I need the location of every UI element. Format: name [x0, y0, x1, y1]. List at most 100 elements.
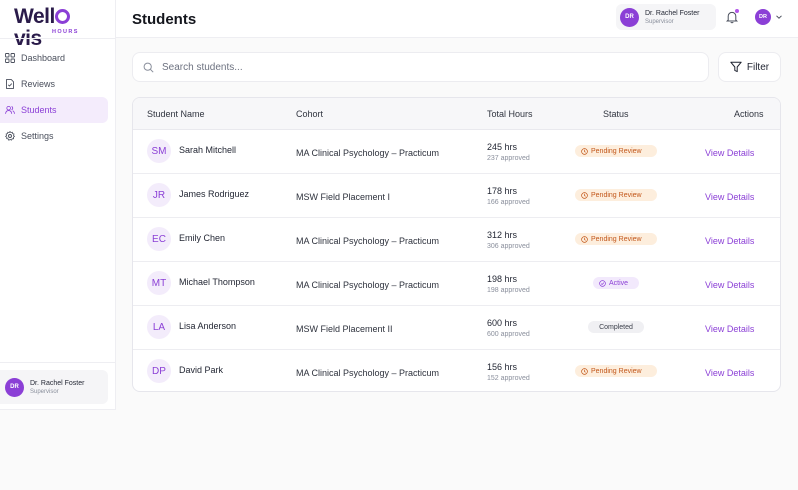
student-name: Michael Thompson [179, 277, 255, 287]
user-role: Supervisor [645, 18, 674, 25]
approved-hours: 198 approved [487, 287, 530, 294]
view-details-link[interactable]: View Details [705, 236, 754, 246]
sidebar-user-card[interactable]: DR Dr. Rachel Foster Supervisor [0, 370, 108, 404]
students-table: Student Name Cohort Total Hours Status A… [132, 97, 781, 392]
header-avatar[interactable]: DR [755, 9, 771, 25]
clock-icon [581, 147, 588, 155]
users-icon [5, 105, 15, 115]
approved-hours: 600 approved [487, 331, 530, 338]
sidebar-item-label: Settings [21, 131, 54, 141]
table-row: MT Michael Thompson MA Clinical Psycholo… [133, 262, 780, 306]
student-cohort: MA Clinical Psychology – Practicum [296, 368, 440, 378]
view-details-link[interactable]: View Details [705, 148, 754, 158]
column-header-cohort: Cohort [296, 109, 324, 119]
avatar: DR [620, 7, 639, 27]
student-cohort: MA Clinical Psychology – Practicum [296, 236, 440, 246]
student-name: Lisa Anderson [179, 321, 237, 331]
search-bar [132, 52, 709, 82]
total-hours: 178 hrs [487, 186, 518, 196]
sidebar-item-label: Students [21, 105, 57, 115]
student-name: James Rodriguez [179, 189, 250, 199]
page-title: Students [132, 11, 197, 28]
header-user-card[interactable]: DR Dr. Rachel Foster Supervisor [616, 4, 716, 30]
clock-icon [581, 191, 588, 199]
student-cohort: MA Clinical Psychology – Practicum [296, 280, 440, 290]
status-badge: Completed [588, 321, 644, 333]
column-header-student-name: Student Name [147, 109, 205, 119]
wellovis-logo[interactable]: Wellvis HOURS [14, 5, 94, 50]
total-hours: 198 hrs [487, 274, 518, 284]
sidebar-item-dashboard[interactable]: Dashboard [0, 45, 108, 71]
sidebar-divider [0, 38, 116, 39]
approved-hours: 152 approved [487, 375, 530, 382]
student-avatar: MT [147, 271, 171, 295]
sidebar-footer-divider [0, 362, 116, 363]
sidebar-item-reviews[interactable]: Reviews [0, 71, 108, 97]
view-details-link[interactable]: View Details [705, 192, 754, 202]
user-name: Dr. Rachel Foster [645, 9, 700, 17]
sidebar: Wellvis HOURS Dashboard Reviews Students [0, 0, 116, 410]
sidebar-nav: Dashboard Reviews Students Settings [0, 45, 116, 149]
status-badge: Pending Review [575, 233, 657, 245]
approved-hours: 237 approved [487, 155, 530, 162]
logo-subtitle: HOURS [52, 29, 79, 35]
clock-icon [581, 235, 588, 243]
table-row: LA Lisa Anderson MSW Field Placement II … [133, 306, 780, 350]
user-role: Supervisor [30, 388, 59, 395]
sidebar-item-settings[interactable]: Settings [0, 123, 108, 149]
status-label: Pending Review [591, 235, 642, 243]
chevron-down-icon[interactable] [775, 13, 783, 21]
top-header: Students DR Dr. Rachel Foster Supervisor… [116, 0, 798, 38]
clock-icon [581, 367, 588, 375]
gear-icon [5, 131, 15, 141]
column-header-total-hours: Total Hours [487, 109, 533, 119]
student-cohort: MSW Field Placement I [296, 192, 391, 202]
table-row: JR James Rodriguez MSW Field Placement I… [133, 174, 780, 218]
student-avatar: DP [147, 359, 171, 383]
search-input[interactable] [162, 61, 682, 73]
status-label: Active [609, 279, 629, 287]
student-cohort: MA Clinical Psychology – Practicum [296, 148, 440, 158]
student-avatar: JR [147, 183, 171, 207]
check-circle-icon [599, 279, 606, 287]
filter-button[interactable]: Filter [718, 52, 781, 82]
search-icon [143, 62, 154, 73]
student-avatar: EC [147, 227, 171, 251]
notification-dot [735, 9, 739, 13]
student-cohort: MSW Field Placement II [296, 324, 393, 334]
filter-icon [730, 61, 742, 73]
table-row: DP David Park MA Clinical Psychology – P… [133, 350, 780, 391]
approved-hours: 166 approved [487, 199, 530, 206]
view-details-link[interactable]: View Details [705, 324, 754, 334]
dashboard-grid-icon [5, 53, 15, 63]
status-label: Pending Review [591, 367, 642, 375]
avatar: DR [5, 377, 24, 397]
view-details-link[interactable]: View Details [705, 280, 754, 290]
table-header: Student Name Cohort Total Hours Status A… [133, 98, 780, 130]
logo-spiral-icon [55, 9, 71, 24]
status-badge: Pending Review [575, 145, 657, 157]
logo-text-start: Well [14, 5, 55, 28]
student-name: David Park [179, 365, 224, 375]
sidebar-item-students[interactable]: Students [0, 97, 108, 123]
student-name: Sarah Mitchell [179, 145, 237, 155]
sidebar-item-label: Dashboard [21, 53, 66, 63]
status-label: Pending Review [591, 147, 642, 155]
table-row: EC Emily Chen MA Clinical Psychology – P… [133, 218, 780, 262]
status-label: Completed [599, 323, 633, 331]
status-badge: Pending Review [575, 365, 657, 377]
document-check-icon [5, 79, 15, 89]
status-badge: Pending Review [575, 189, 657, 201]
total-hours: 600 hrs [487, 318, 518, 328]
status-badge: Active [593, 277, 639, 289]
sidebar-item-label: Reviews [21, 79, 56, 89]
approved-hours: 306 approved [487, 243, 530, 250]
view-details-link[interactable]: View Details [705, 368, 754, 378]
total-hours: 312 hrs [487, 230, 518, 240]
status-label: Pending Review [591, 191, 642, 199]
table-row: SM Sarah Mitchell MA Clinical Psychology… [133, 130, 780, 174]
total-hours: 156 hrs [487, 362, 518, 372]
student-name: Emily Chen [179, 233, 226, 243]
column-header-actions: Actions [734, 109, 764, 119]
total-hours: 245 hrs [487, 142, 518, 152]
